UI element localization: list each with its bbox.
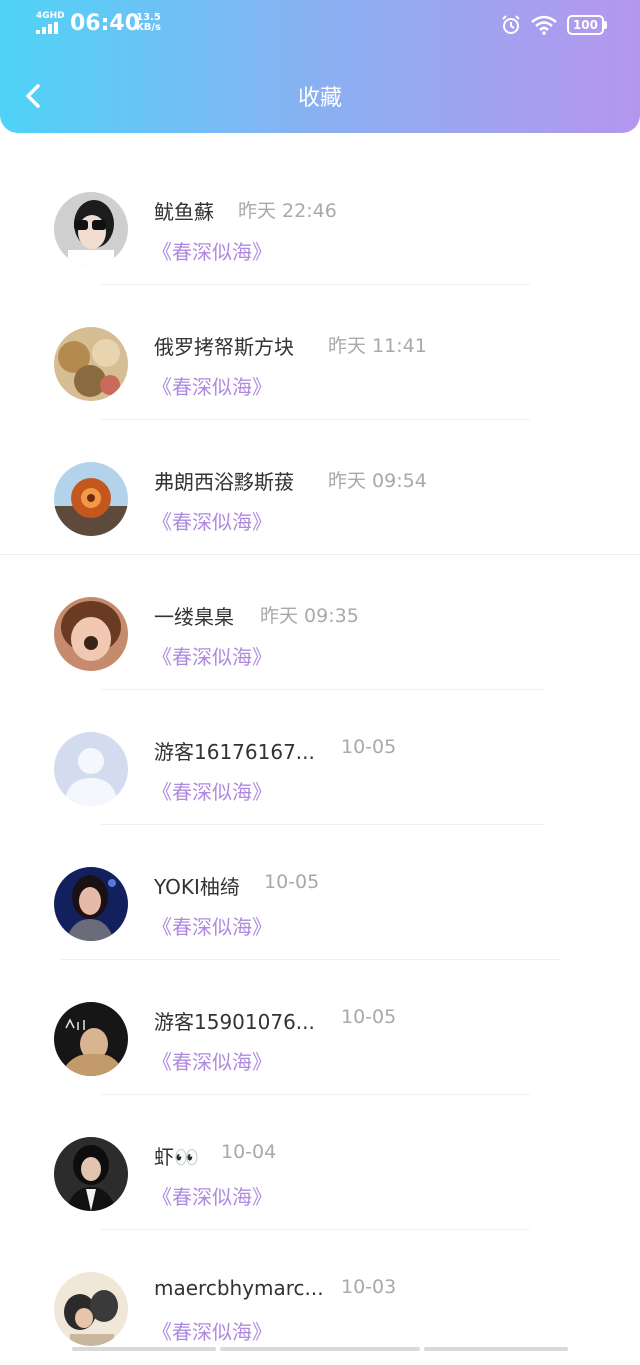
work-title-link[interactable]: 《春深似海》 [152,1181,272,1210]
user-name: YOKI柚绮 [154,875,240,899]
timestamp: 10-04 [221,1141,277,1163]
timestamp: 10-05 [341,736,397,758]
list-item[interactable]: YOKI柚绮 10-05 《春深似海》 [0,825,640,960]
list-item[interactable]: 游客15901076... 10-05 《春深似海》 [0,960,640,1095]
user-name: 弗朗西浴黟斯菝 [154,470,294,494]
page-title: 收藏 [297,86,342,111]
work-title-link[interactable]: 《春深似海》 [152,1316,272,1345]
network-type: 4GHD [36,11,65,21]
alarm-icon [502,15,520,34]
user-avatar[interactable] [54,192,128,266]
bottom-scroll-indicator [0,1345,640,1351]
status-bar: 4GHD 06:40 13.5 KB/s 100 [0,0,640,50]
wifi-icon [531,15,557,35]
clock: 06:40 [70,11,141,36]
battery-icon: 100 [566,15,608,35]
list-item[interactable]: 虾👀 10-04 《春深似海》 [0,1095,640,1230]
speed-unit: KB/s [136,22,161,33]
status-icons: 100 [501,13,608,37]
timestamp: 10-05 [264,871,320,893]
work-title-link[interactable]: 《春深似海》 [152,1046,272,1075]
user-name: 一缕臬臬 [154,605,234,629]
timestamp: 昨天 11:41 [328,335,427,357]
default-avatar-icon[interactable] [54,732,128,806]
timestamp: 10-03 [341,1276,397,1298]
user-avatar[interactable] [54,867,128,941]
list-item[interactable]: 俄罗拷帑斯方块 昨天 11:41 《春深似海》 [0,285,640,420]
list-item[interactable]: 弗朗西浴黟斯菝 昨天 09:54 《春深似海》 [0,420,640,555]
timestamp: 昨天 09:54 [328,470,427,492]
top-header: 4GHD 06:40 13.5 KB/s 100 收藏 [0,0,640,133]
work-title-link[interactable]: 《春深似海》 [152,641,272,670]
list-item[interactable]: 一缕臬臬 昨天 09:35 《春深似海》 [0,555,640,690]
user-name: 虾👀 [154,1145,199,1169]
work-title-link[interactable]: 《春深似海》 [152,236,272,265]
user-avatar[interactable] [54,1137,128,1211]
list-item[interactable]: 游客16176167... 10-05 《春深似海》 [0,690,640,825]
work-title-link[interactable]: 《春深似海》 [152,911,272,940]
user-name: 俄罗拷帑斯方块 [154,335,294,359]
user-name: 游客16176167... [154,740,315,764]
user-avatar[interactable] [54,462,128,536]
list-item[interactable]: 鱿鱼蘇 昨天 22:46 《春深似海》 [0,150,640,285]
user-name: 鱿鱼蘇 [154,200,214,224]
user-name: maercbhymarc... [154,1276,324,1300]
timestamp: 昨天 22:46 [238,200,337,222]
network-speed: 13.5 KB/s [136,13,161,33]
user-avatar[interactable] [54,1002,128,1076]
work-title-link[interactable]: 《春深似海》 [152,371,272,400]
signal-icon [36,22,62,34]
user-avatar[interactable] [54,1272,128,1346]
user-avatar[interactable] [54,327,128,401]
work-title-link[interactable]: 《春深似海》 [152,506,272,535]
timestamp: 10-05 [341,1006,397,1028]
timestamp: 昨天 09:35 [260,605,359,627]
work-title-link[interactable]: 《春深似海》 [152,776,272,805]
favorites-list: 鱿鱼蘇 昨天 22:46 《春深似海》 俄罗拷帑斯方块 昨天 11:41 《春深… [0,150,640,1365]
user-avatar[interactable] [54,597,128,671]
user-name: 游客15901076... [154,1010,315,1034]
